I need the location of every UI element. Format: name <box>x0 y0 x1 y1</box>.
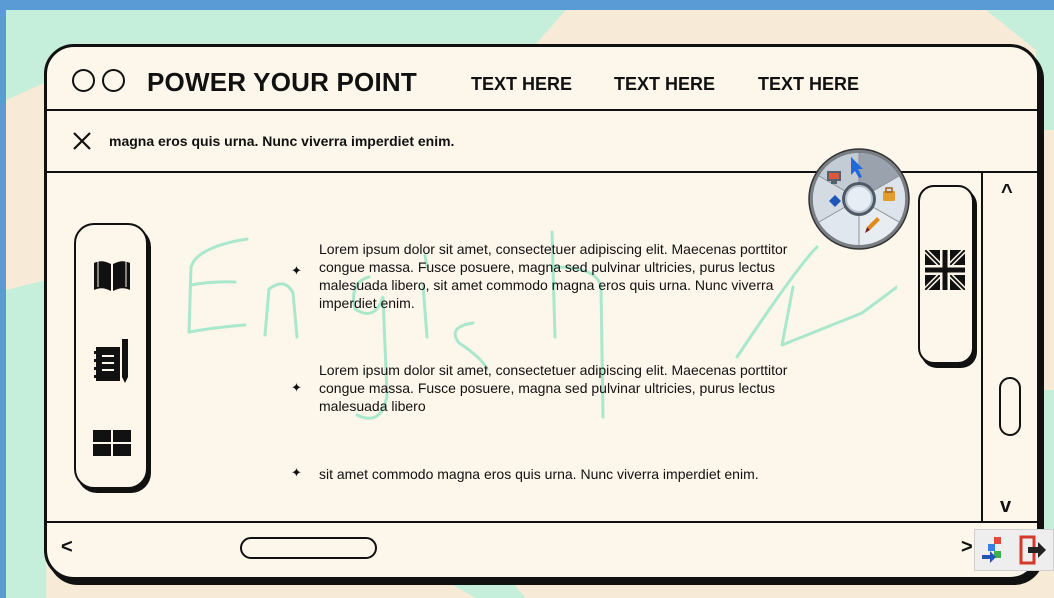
presenter-controls <box>974 529 1054 571</box>
close-icon[interactable] <box>72 131 92 156</box>
title-bar: POWER YOUR POINT TEXT HERE TEXT HERE TEX… <box>47 47 1037 111</box>
notebook-pen-icon[interactable] <box>94 337 130 387</box>
table-icon[interactable] <box>93 430 131 456</box>
window-circle-button-1[interactable] <box>72 69 95 92</box>
window-circle-button-2[interactable] <box>102 69 125 92</box>
bullet-icon: ✦ <box>291 380 302 395</box>
horizontal-scrollbar[interactable]: < > <box>47 521 1037 577</box>
nav-item-2[interactable]: TEXT HERE <box>614 74 715 95</box>
scroll-right-arrow[interactable]: > <box>961 536 973 559</box>
content-paragraph-2: Lorem ipsum dolor sit amet, consectetuer… <box>319 362 788 414</box>
content-paragraph-1: Lorem ipsum dolor sit amet, consectetuer… <box>319 241 788 311</box>
notice-text: magna eros quis urna. Nunc viverra imper… <box>109 133 455 149</box>
scroll-down-arrow[interactable]: v <box>1000 495 1011 518</box>
right-toolbar <box>918 185 974 364</box>
switch-slide-icon[interactable] <box>980 535 1010 565</box>
content-paragraph-3: sit amet commodo magna eros quis urna. N… <box>319 466 759 482</box>
left-toolbar <box>74 223 148 489</box>
vertical-scrollbar[interactable]: ^ v <box>981 173 1037 523</box>
exit-icon[interactable] <box>1018 535 1048 565</box>
nav-item-3[interactable]: TEXT HERE <box>758 74 859 95</box>
scroll-left-arrow[interactable]: < <box>61 536 73 559</box>
book-icon[interactable] <box>92 257 132 293</box>
horizontal-scroll-thumb[interactable] <box>240 537 377 559</box>
nav-item-1[interactable]: TEXT HERE <box>471 74 572 95</box>
uk-flag-icon[interactable] <box>925 250 965 290</box>
slide-background: POWER YOUR POINT TEXT HERE TEXT HERE TEX… <box>6 10 1054 598</box>
bullet-icon: ✦ <box>291 263 302 278</box>
radial-pen-menu[interactable] <box>807 147 911 251</box>
vertical-scroll-thumb[interactable] <box>999 377 1021 436</box>
app-window: POWER YOUR POINT TEXT HERE TEXT HERE TEX… <box>44 44 1040 580</box>
bullet-icon: ✦ <box>291 465 302 480</box>
scroll-up-arrow[interactable]: ^ <box>1001 181 1013 204</box>
app-title: POWER YOUR POINT <box>147 67 417 97</box>
